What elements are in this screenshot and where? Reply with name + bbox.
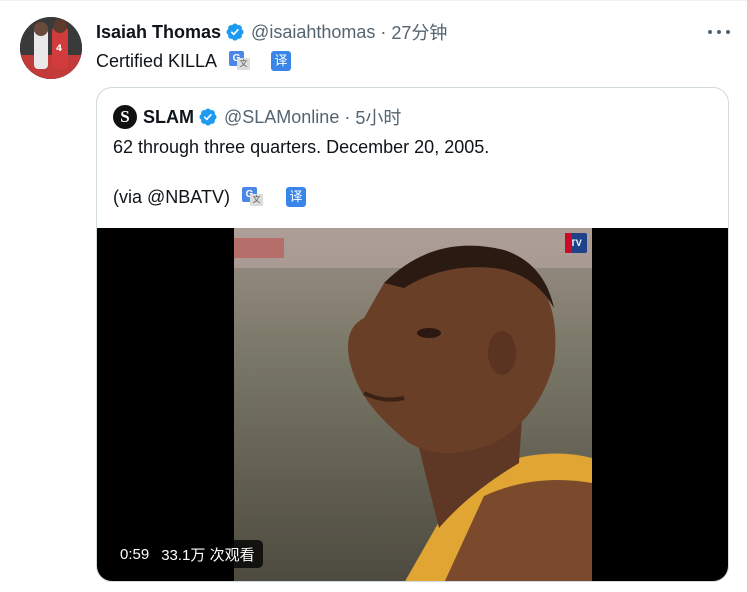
- quoted-text-line2: (via @NBATV) G 文 译: [113, 184, 306, 210]
- video-view-count: 33.1万 次观看: [161, 546, 255, 564]
- google-translate-doc: 文: [237, 58, 251, 70]
- tweet-timestamp[interactable]: 27分钟: [391, 19, 447, 45]
- tweet-header: Isaiah Thomas @isaiahthomas · 27分钟: [96, 20, 447, 44]
- video-duration: 0:59: [120, 545, 150, 563]
- quoted-author-name[interactable]: SLAM: [143, 107, 194, 128]
- slam-avatar[interactable]: S: [113, 105, 137, 129]
- separator-dot: ·: [380, 21, 387, 42]
- quoted-tweet-header: S SLAM @SLAMonline · 5小时: [113, 104, 401, 130]
- more-dot: [726, 30, 730, 34]
- google-translate-icon[interactable]: G 文: [229, 51, 251, 71]
- more-dot: [717, 30, 721, 34]
- quoted-tweet[interactable]: S SLAM @SLAMonline · 5小时 62 through thre…: [96, 87, 729, 582]
- quoted-timestamp[interactable]: 5小时: [355, 104, 401, 130]
- tweet-body: Certified KILLA: [96, 50, 218, 71]
- author-name[interactable]: Isaiah Thomas: [96, 22, 221, 43]
- video-stats-overlay: 0:59 33.1万 次观看: [112, 540, 263, 568]
- more-icon[interactable]: [708, 22, 730, 42]
- quoted-text-line1: 62 through three quarters. December 20, …: [113, 134, 489, 160]
- verified-badge-icon: [226, 23, 244, 41]
- google-translate-icon[interactable]: G 文: [241, 187, 264, 207]
- svg-text:4: 4: [56, 44, 62, 54]
- video-frame: TV: [234, 228, 592, 581]
- quoted-text-2: (via @NBATV): [113, 186, 230, 207]
- top-divider: [0, 0, 747, 1]
- video-thumbnail: [234, 228, 592, 581]
- author-handle[interactable]: @isaiahthomas: [251, 22, 375, 43]
- google-translate-doc: 文: [249, 194, 263, 206]
- separator-dot: ·: [344, 106, 351, 127]
- tweet-text: Certified KILLA G 文 译: [96, 48, 292, 74]
- translate-icon[interactable]: 译: [285, 187, 306, 207]
- quoted-author-handle[interactable]: @SLAMonline: [224, 107, 339, 128]
- quoted-text-1: 62 through three quarters. December 20, …: [113, 136, 490, 157]
- video-player[interactable]: TV 0:59 33.1万 次观看: [97, 228, 728, 581]
- translate-icon[interactable]: 译: [271, 51, 292, 71]
- avatar-image: 4: [20, 17, 82, 79]
- nba-tv-icon: TV: [565, 233, 587, 253]
- verified-badge-icon: [199, 108, 217, 126]
- more-dot: [708, 30, 712, 34]
- author-avatar[interactable]: 4: [20, 17, 82, 79]
